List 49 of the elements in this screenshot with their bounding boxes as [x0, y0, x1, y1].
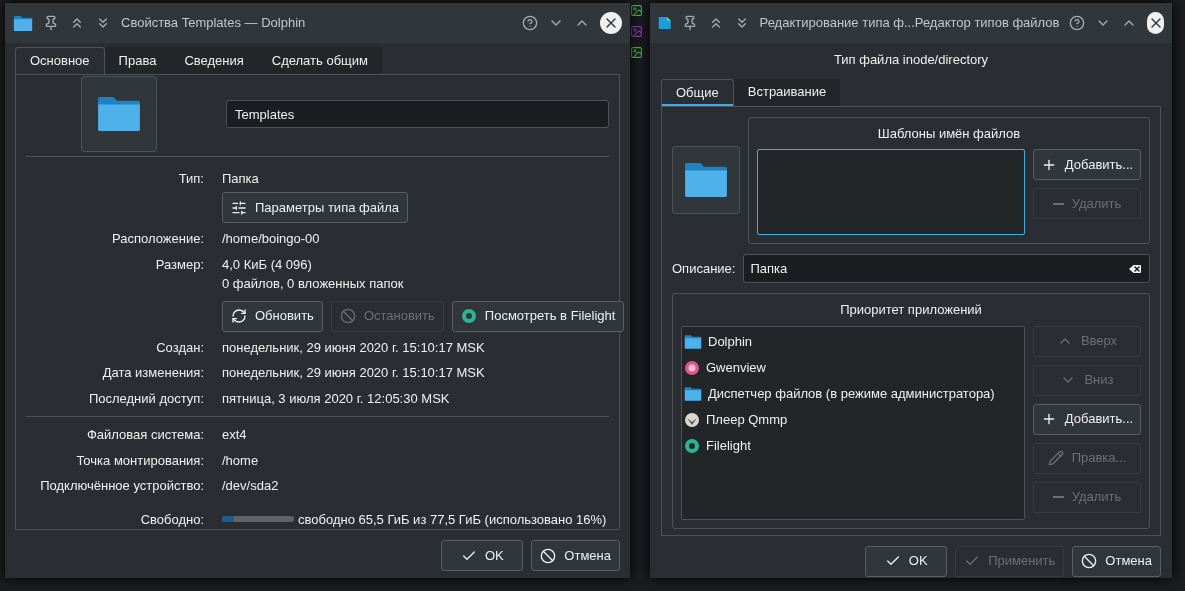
tab[interactable]: Сведения [170, 47, 258, 74]
field-value: пятница, 3 июля 2020 г. 12:05:30 MSK [222, 389, 451, 408]
field-value: ext4 [222, 426, 248, 444]
dialog-button[interactable]: Посмотреть в Filelight [451, 300, 625, 332]
application-item[interactable]: Gwenview [684, 354, 1022, 381]
window-title: Свойства Templates — Dolphin [121, 14, 307, 33]
tab[interactable]: Встраивание [733, 78, 841, 106]
field-label: Размер: [154, 255, 204, 274]
description-field[interactable]: Папка [743, 254, 1150, 283]
application-item[interactable]: Плеер Qmmp [684, 406, 1022, 433]
group-title: Приоритет приложений [839, 301, 983, 319]
application-item[interactable]: Dolphin [684, 328, 1022, 355]
dialog-button[interactable]: Отмена [531, 540, 620, 571]
group-title: Шаблоны имён файлов [876, 124, 1022, 143]
field-value: /home [222, 451, 260, 470]
file-type-options-button[interactable]: Параметры типа файла [222, 192, 408, 224]
tab[interactable]: Основное [15, 47, 105, 74]
field-label: Описание: [672, 259, 736, 278]
dialog-button[interactable]: Добавить... [1033, 403, 1141, 435]
field-value: /home/boingo-00 [222, 230, 321, 249]
field-label: Расположение: [111, 230, 204, 249]
field-value: /dev/sda2 [222, 477, 280, 495]
tab[interactable]: Права [104, 47, 171, 74]
dialog-heading: Тип файла inode/directory [832, 51, 990, 69]
dialog-button[interactable]: Отмена [1072, 545, 1161, 577]
tab[interactable]: Общие [661, 78, 734, 106]
window-title: Редактирование типа ф...Редактор типов файлов [759, 14, 1060, 33]
field-value: 4,0 КиБ (4 096) [222, 255, 313, 274]
field-value: Папка [222, 169, 260, 188]
field-label: Подключённое устройство: [39, 477, 204, 495]
field-label: Создан: [155, 338, 204, 357]
name-field[interactable]: Templates [226, 100, 609, 129]
field-label: Свободно: [139, 510, 204, 529]
field-label: Точка монтирования: [75, 451, 204, 470]
dialog-button[interactable]: Добавить... [1033, 149, 1141, 180]
field-label: Файловая система: [85, 426, 204, 444]
field-label: Дата изменения: [101, 364, 204, 383]
tab[interactable]: Сделать общим [257, 47, 382, 74]
field-value: понедельник, 29 июня 2020 г. 15:10:17 MSK [222, 364, 486, 383]
field-value: свободно 65,5 ГиБ из 77,5 ГиБ (использовано 16%) [298, 510, 607, 529]
dialog-button[interactable]: OK [865, 545, 948, 577]
dialog-button[interactable]: Обновить [222, 300, 323, 332]
field-value: понедельник, 29 июня 2020 г. 15:10:17 MSK [222, 338, 486, 357]
field-label: Тип: [177, 169, 204, 188]
field-label: Последний доступ: [87, 389, 204, 408]
application-item[interactable]: Диспетчер файлов (в режиме администратора) [684, 380, 1022, 407]
field-value: 0 файлов, 0 вложенных папок [222, 275, 405, 294]
dialog-button[interactable]: OK [441, 540, 524, 571]
application-item[interactable]: Filelight [684, 432, 1022, 459]
